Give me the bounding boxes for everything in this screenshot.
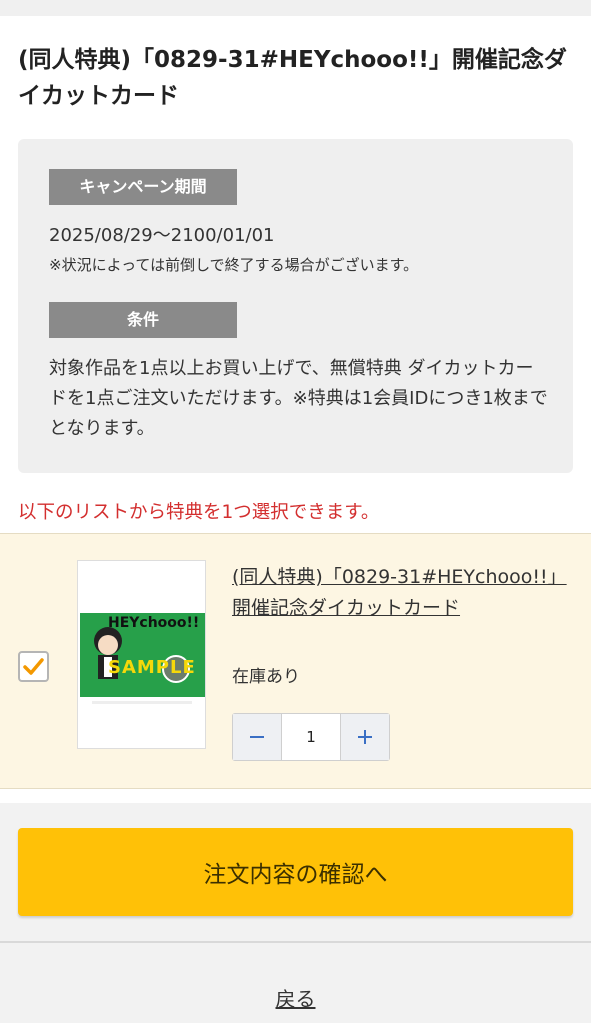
plus-icon [358, 730, 372, 744]
top-strip [0, 0, 591, 16]
item-name-link[interactable]: (同人特典)「0829-31#HEYchooo!!」開催記念ダイカットカード [232, 562, 567, 624]
confirm-order-button[interactable]: 注文内容の確認へ [18, 828, 573, 916]
page-title: (同人特典)「0829-31#HEYchooo!!」開催記念ダイカットカード [18, 47, 567, 109]
increment-button[interactable] [341, 714, 389, 760]
minus-icon [250, 736, 264, 738]
stock-status: 在庫あり [232, 667, 300, 687]
decrement-button[interactable] [233, 714, 281, 760]
period-note: ※状況によっては前倒しで終了する場合がございます。 [49, 256, 419, 274]
item-thumbnail[interactable]: HEYchooo!! SAMPLE [77, 560, 206, 749]
quantity-stepper[interactable]: 1 [232, 713, 390, 761]
campaign-card: (同人特典)「0829-31#HEYchooo!!」開催記念ダイカットカード キ… [0, 16, 591, 803]
quantity-value[interactable]: 1 [281, 714, 341, 760]
condition-text: 対象作品を1点以上お買い上げで、無償特典 ダイカットカードを1点ご注文いただけま… [49, 358, 548, 439]
list-item[interactable]: HEYchooo!! SAMPLE (同人特典)「0829-31#HEYchoo… [0, 533, 591, 789]
back-link[interactable]: 戻る [0, 983, 591, 1012]
sample-watermark: SAMPLE [108, 657, 196, 678]
selection-note: 以下のリストから特典を1つ選択できます。 [18, 502, 380, 523]
campaign-info-box: キャンペーン期間 2025/08/29〜2100/01/01 ※状況によっては前… [18, 139, 573, 473]
item-checkbox[interactable] [18, 651, 49, 682]
divider [0, 941, 591, 943]
check-icon [23, 658, 44, 675]
period-label: キャンペーン期間 [49, 169, 237, 205]
character-illustration [92, 627, 192, 704]
action-area: 注文内容の確認へ 戻る [0, 803, 591, 1023]
condition-label: 条件 [49, 302, 237, 338]
period-value: 2025/08/29〜2100/01/01 [49, 225, 275, 246]
